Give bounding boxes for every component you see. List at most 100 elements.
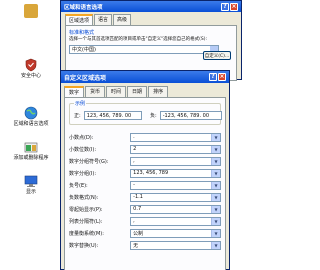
combo-value: , bbox=[133, 218, 135, 224]
chevron-down-icon[interactable]: ▼ bbox=[211, 205, 220, 213]
chevron-down-icon[interactable]: ▼ bbox=[211, 217, 220, 225]
positive-label: 正: bbox=[74, 113, 81, 119]
setting-row: 小数点(D): . ▼ bbox=[69, 131, 221, 143]
combo-value: -1.1 bbox=[133, 194, 143, 200]
chevron-down-icon[interactable]: ▼ bbox=[211, 241, 220, 249]
tab-strip: 数字 货币 时间 日期 排序 bbox=[61, 83, 229, 97]
example-group: 示例 正: 123, 456, 789. 00 负: -123, 456, 78… bbox=[69, 100, 222, 125]
cp-item-label: 显示 bbox=[25, 189, 36, 195]
globe-icon bbox=[24, 106, 38, 120]
setting-row: 负号(E): - ▼ bbox=[69, 179, 221, 191]
tab-date[interactable]: 日期 bbox=[127, 86, 148, 97]
folder-icon bbox=[24, 4, 38, 18]
setting-row: 小数位数(I): 2 ▼ bbox=[69, 143, 221, 155]
number-settings: 小数点(D): . ▼ 小数位数(I): 2 ▼ 数字分组符号(G): , ▼ bbox=[69, 131, 221, 251]
chevron-down-icon[interactable]: ▼ bbox=[211, 133, 220, 141]
chevron-down-icon[interactable]: ▼ bbox=[211, 157, 220, 165]
cp-item-label: 安全中心 bbox=[20, 73, 41, 79]
setting-row: 负数格式(N): -1.1 ▼ bbox=[69, 191, 221, 203]
setting-label: 数字分组符号(G): bbox=[69, 158, 109, 165]
window-titlebar[interactable]: 区域和语言选项 ? × bbox=[61, 1, 241, 12]
close-button[interactable]: × bbox=[230, 2, 238, 11]
cp-item-label: 区域和语言选项 bbox=[13, 121, 49, 127]
negative-example-value: -123, 456, 789. 00 bbox=[159, 111, 222, 120]
setting-row: 数字替换(U): 无 ▼ bbox=[69, 239, 221, 251]
example-title: 示例 bbox=[74, 100, 87, 107]
cp-item-security-center[interactable]: 安全中心 bbox=[6, 58, 56, 79]
combo-value: - bbox=[133, 182, 135, 188]
tab-languages[interactable]: 语言 bbox=[94, 14, 113, 25]
combo-value: 无 bbox=[133, 242, 139, 249]
digit-grouping-combo[interactable]: 123, 456, 789 ▼ bbox=[130, 168, 221, 178]
positive-example: 正: 123, 456, 789. 00 bbox=[74, 111, 142, 120]
window-title: 自定义区域选项 bbox=[64, 74, 107, 82]
display-icon bbox=[24, 175, 38, 187]
control-panel-view: 安全中心 区域和语言选项 添加或删除程序 显示 bbox=[0, 0, 60, 270]
tab-panel: 示例 正: 123, 456, 789. 00 负: -123, 456, 78… bbox=[64, 97, 226, 270]
negative-example: 负: -123, 456, 789. 00 bbox=[150, 111, 222, 120]
setting-label: 度量衡系统(M): bbox=[69, 230, 104, 237]
chevron-down-icon[interactable]: ▼ bbox=[211, 193, 220, 201]
setting-label: 零起始显示(P): bbox=[69, 206, 103, 213]
tab-time[interactable]: 时间 bbox=[106, 86, 127, 97]
setting-label: 数字分组(I): bbox=[69, 170, 97, 177]
chevron-down-icon[interactable]: ▼ bbox=[211, 181, 220, 189]
setting-row: 度量衡系统(M): 公制 ▼ bbox=[69, 227, 221, 239]
combo-value: 123, 456, 789 bbox=[133, 170, 169, 176]
decimal-digits-combo[interactable]: 2 ▼ bbox=[130, 144, 221, 154]
window-title: 区域和语言选项 bbox=[64, 4, 103, 11]
cp-item-add-remove-programs[interactable]: 添加或删除程序 bbox=[6, 140, 56, 161]
close-button[interactable]: × bbox=[218, 73, 226, 81]
setting-label: 小数位数(I): bbox=[69, 146, 97, 153]
locale-select-value: 中文(中国) bbox=[72, 47, 96, 53]
negative-format-combo[interactable]: -1.1 ▼ bbox=[130, 192, 221, 202]
setting-row: 数字分组(I): 123, 456, 789 ▼ bbox=[69, 167, 221, 179]
negative-sign-combo[interactable]: - ▼ bbox=[130, 180, 221, 190]
setting-label: 列表分隔符(L): bbox=[69, 218, 103, 225]
customize-regional-options-window: 自定义区域选项 ? × 数字 货币 时间 日期 排序 示例 正: 123, 45… bbox=[60, 70, 230, 270]
cp-item-display[interactable]: 显示 bbox=[6, 174, 56, 195]
group-title: 标准和格式 bbox=[69, 30, 95, 36]
measurement-system-combo[interactable]: 公制 ▼ bbox=[130, 228, 221, 238]
customize-button[interactable]: 自定义(C)... bbox=[203, 51, 231, 60]
help-button[interactable]: ? bbox=[209, 73, 217, 81]
chevron-down-icon[interactable]: ▼ bbox=[211, 169, 220, 177]
list-separator-combo[interactable]: , ▼ bbox=[130, 216, 221, 226]
shield-icon bbox=[25, 58, 37, 72]
tab-strip: 区域选项 语言 高级 bbox=[61, 12, 241, 25]
combo-value: 公制 bbox=[133, 230, 144, 237]
add-remove-programs-icon bbox=[24, 142, 38, 153]
chevron-down-icon[interactable]: ▼ bbox=[211, 229, 220, 237]
regional-language-options-window: 区域和语言选项 ? × 区域选项 语言 高级 标准和格式 选择一个与其首选项匹配… bbox=[60, 0, 242, 81]
setting-row: 零起始显示(P): 0.7 ▼ bbox=[69, 203, 221, 215]
tab-sorting[interactable]: 排序 bbox=[148, 86, 169, 97]
setting-label: 数字替换(U): bbox=[69, 242, 99, 249]
leading-zero-combo[interactable]: 0.7 ▼ bbox=[130, 204, 221, 214]
setting-label: 负号(E): bbox=[69, 182, 88, 189]
tab-numbers[interactable]: 数字 bbox=[64, 86, 85, 97]
negative-label: 负: bbox=[150, 113, 157, 119]
setting-label: 负数格式(N): bbox=[69, 194, 99, 201]
setting-row: 数字分组符号(G): , ▼ bbox=[69, 155, 221, 167]
chevron-down-icon[interactable]: ▼ bbox=[211, 145, 220, 153]
tab-currency[interactable]: 货币 bbox=[85, 86, 106, 97]
help-button[interactable]: ? bbox=[221, 2, 229, 11]
combo-value: . bbox=[133, 134, 135, 140]
cp-item-label: 添加或删除程序 bbox=[13, 155, 49, 161]
digit-substitution-combo[interactable]: 无 ▼ bbox=[130, 240, 221, 250]
tab-advanced[interactable]: 高级 bbox=[113, 14, 132, 25]
combo-value: , bbox=[133, 158, 135, 164]
combo-value: 0.7 bbox=[133, 206, 142, 212]
setting-row: 列表分隔符(L): , ▼ bbox=[69, 215, 221, 227]
decimal-symbol-combo[interactable]: . ▼ bbox=[130, 132, 221, 142]
combo-value: 2 bbox=[133, 146, 137, 152]
locale-select[interactable]: 中文(中国) bbox=[69, 45, 219, 54]
tab-regional-options[interactable]: 区域选项 bbox=[65, 14, 94, 25]
digit-grouping-symbol-combo[interactable]: , ▼ bbox=[130, 156, 221, 166]
cp-item-folder[interactable] bbox=[6, 4, 56, 18]
group-description: 选择一个与其首选项匹配的项目或单击"自定义"选择您自己的格式(S): bbox=[69, 37, 208, 42]
window-titlebar[interactable]: 自定义区域选项 ? × bbox=[61, 71, 229, 83]
cp-item-regional-language[interactable]: 区域和语言选项 bbox=[6, 106, 56, 127]
setting-label: 小数点(D): bbox=[69, 134, 94, 141]
positive-example-value: 123, 456, 789. 00 bbox=[83, 111, 142, 120]
